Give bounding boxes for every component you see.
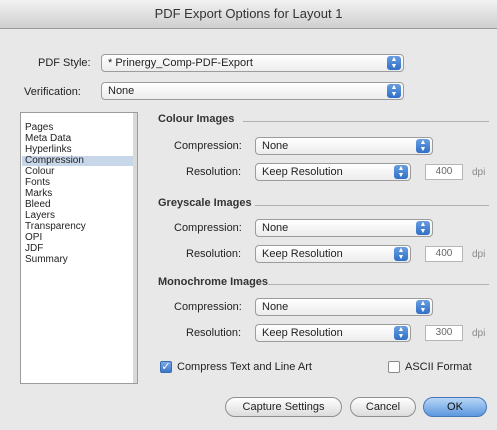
sidebar-item-fonts[interactable]: Fonts: [25, 178, 50, 188]
greyscale-images-title: Greyscale Images: [158, 197, 252, 209]
cancel-button[interactable]: Cancel: [350, 397, 416, 417]
section-divider: [268, 284, 489, 285]
sidebar-item-layers[interactable]: Layers: [25, 211, 55, 221]
colour-images-title: Colour Images: [158, 113, 235, 125]
greyscale-resolution-label: Resolution:: [186, 248, 242, 260]
window-title: PDF Export Options for Layout 1: [0, 0, 497, 29]
monochrome-compression-label: Compression:: [174, 301, 242, 313]
sidebar-item-meta-data[interactable]: Meta Data: [25, 134, 71, 144]
colour-compression-value: None: [262, 140, 289, 152]
select-arrows-icon: ▲ ▼: [416, 300, 430, 314]
ascii-format-label[interactable]: ASCII Format: [405, 361, 472, 373]
monochrome-images-title: Monochrome Images: [158, 276, 269, 288]
greyscale-compression-label: Compression:: [174, 222, 242, 234]
verification-value: None: [108, 85, 135, 97]
sidebar-item-hyperlinks[interactable]: Hyperlinks: [25, 145, 72, 155]
monochrome-compression-value: None: [262, 301, 289, 313]
pdf-style-label: PDF Style:: [38, 57, 91, 69]
compress-text-label[interactable]: Compress Text and Line Art: [177, 361, 312, 373]
colour-resolution-select[interactable]: Keep Resolution ▲ ▼: [255, 163, 411, 181]
section-divider: [255, 205, 489, 206]
sidebar-item-summary[interactable]: Summary: [25, 255, 68, 265]
sidebar-item-bleed[interactable]: Bleed: [25, 200, 51, 210]
colour-resolution-value: Keep Resolution: [262, 166, 343, 178]
greyscale-compression-select[interactable]: None ▲ ▼: [255, 219, 433, 237]
sidebar-item-colour[interactable]: Colour: [25, 167, 54, 177]
verification-select[interactable]: None ▲ ▼: [101, 82, 404, 100]
ok-button[interactable]: OK: [423, 397, 487, 417]
colour-compression-label: Compression:: [174, 140, 242, 152]
monochrome-compression-select[interactable]: None ▲ ▼: [255, 298, 433, 316]
colour-compression-select[interactable]: None ▲ ▼: [255, 137, 433, 155]
select-arrows-icon: ▲ ▼: [394, 165, 408, 179]
pdf-style-select[interactable]: * Prinergy_Comp-PDF-Export ▲ ▼: [101, 54, 404, 72]
greyscale-compression-value: None: [262, 222, 289, 234]
compress-text-checkbox[interactable]: ✓: [160, 361, 172, 373]
colour-resolution-label: Resolution:: [186, 166, 242, 178]
sidebar-item-marks[interactable]: Marks: [25, 189, 52, 199]
verification-label: Verification:: [24, 86, 81, 98]
pdf-style-value: * Prinergy_Comp-PDF-Export: [108, 57, 253, 69]
monochrome-resolution-value: Keep Resolution: [262, 327, 343, 339]
capture-settings-button[interactable]: Capture Settings: [225, 397, 342, 417]
sidebar-item-compression[interactable]: Compression: [22, 156, 135, 166]
list-scrollbar[interactable]: [133, 113, 137, 383]
greyscale-resolution-value: Keep Resolution: [262, 248, 343, 260]
sidebar-item-opi[interactable]: OPI: [25, 233, 42, 243]
monochrome-dpi-unit: dpi: [472, 328, 486, 339]
greyscale-dpi-unit: dpi: [472, 249, 486, 260]
monochrome-dpi-input[interactable]: 300: [425, 325, 463, 341]
select-arrows-icon: ▲ ▼: [394, 247, 408, 261]
select-arrows-icon: ▲ ▼: [387, 84, 401, 98]
select-arrows-icon: ▲ ▼: [416, 221, 430, 235]
pdf-export-dialog: PDF Export Options for Layout 1 PDF Styl…: [0, 0, 497, 430]
select-arrows-icon: ▲ ▼: [416, 139, 430, 153]
sidebar-item-pages[interactable]: Pages: [25, 123, 53, 133]
greyscale-resolution-select[interactable]: Keep Resolution ▲ ▼: [255, 245, 411, 263]
colour-dpi-input[interactable]: 400: [425, 164, 463, 180]
monochrome-resolution-select[interactable]: Keep Resolution ▲ ▼: [255, 324, 411, 342]
select-arrows-icon: ▲ ▼: [387, 56, 401, 70]
ascii-format-checkbox[interactable]: [388, 361, 400, 373]
checkmark-icon: ✓: [161, 361, 171, 373]
sidebar-item-transparency[interactable]: Transparency: [25, 222, 86, 232]
sidebar-item-jdf[interactable]: JDF: [25, 244, 43, 254]
greyscale-dpi-input[interactable]: 400: [425, 246, 463, 262]
monochrome-resolution-label: Resolution:: [186, 327, 242, 339]
colour-dpi-unit: dpi: [472, 167, 486, 178]
select-arrows-icon: ▲ ▼: [394, 326, 408, 340]
options-category-list: Pages Meta Data Hyperlinks Compression C…: [20, 112, 138, 384]
section-divider: [243, 121, 489, 122]
